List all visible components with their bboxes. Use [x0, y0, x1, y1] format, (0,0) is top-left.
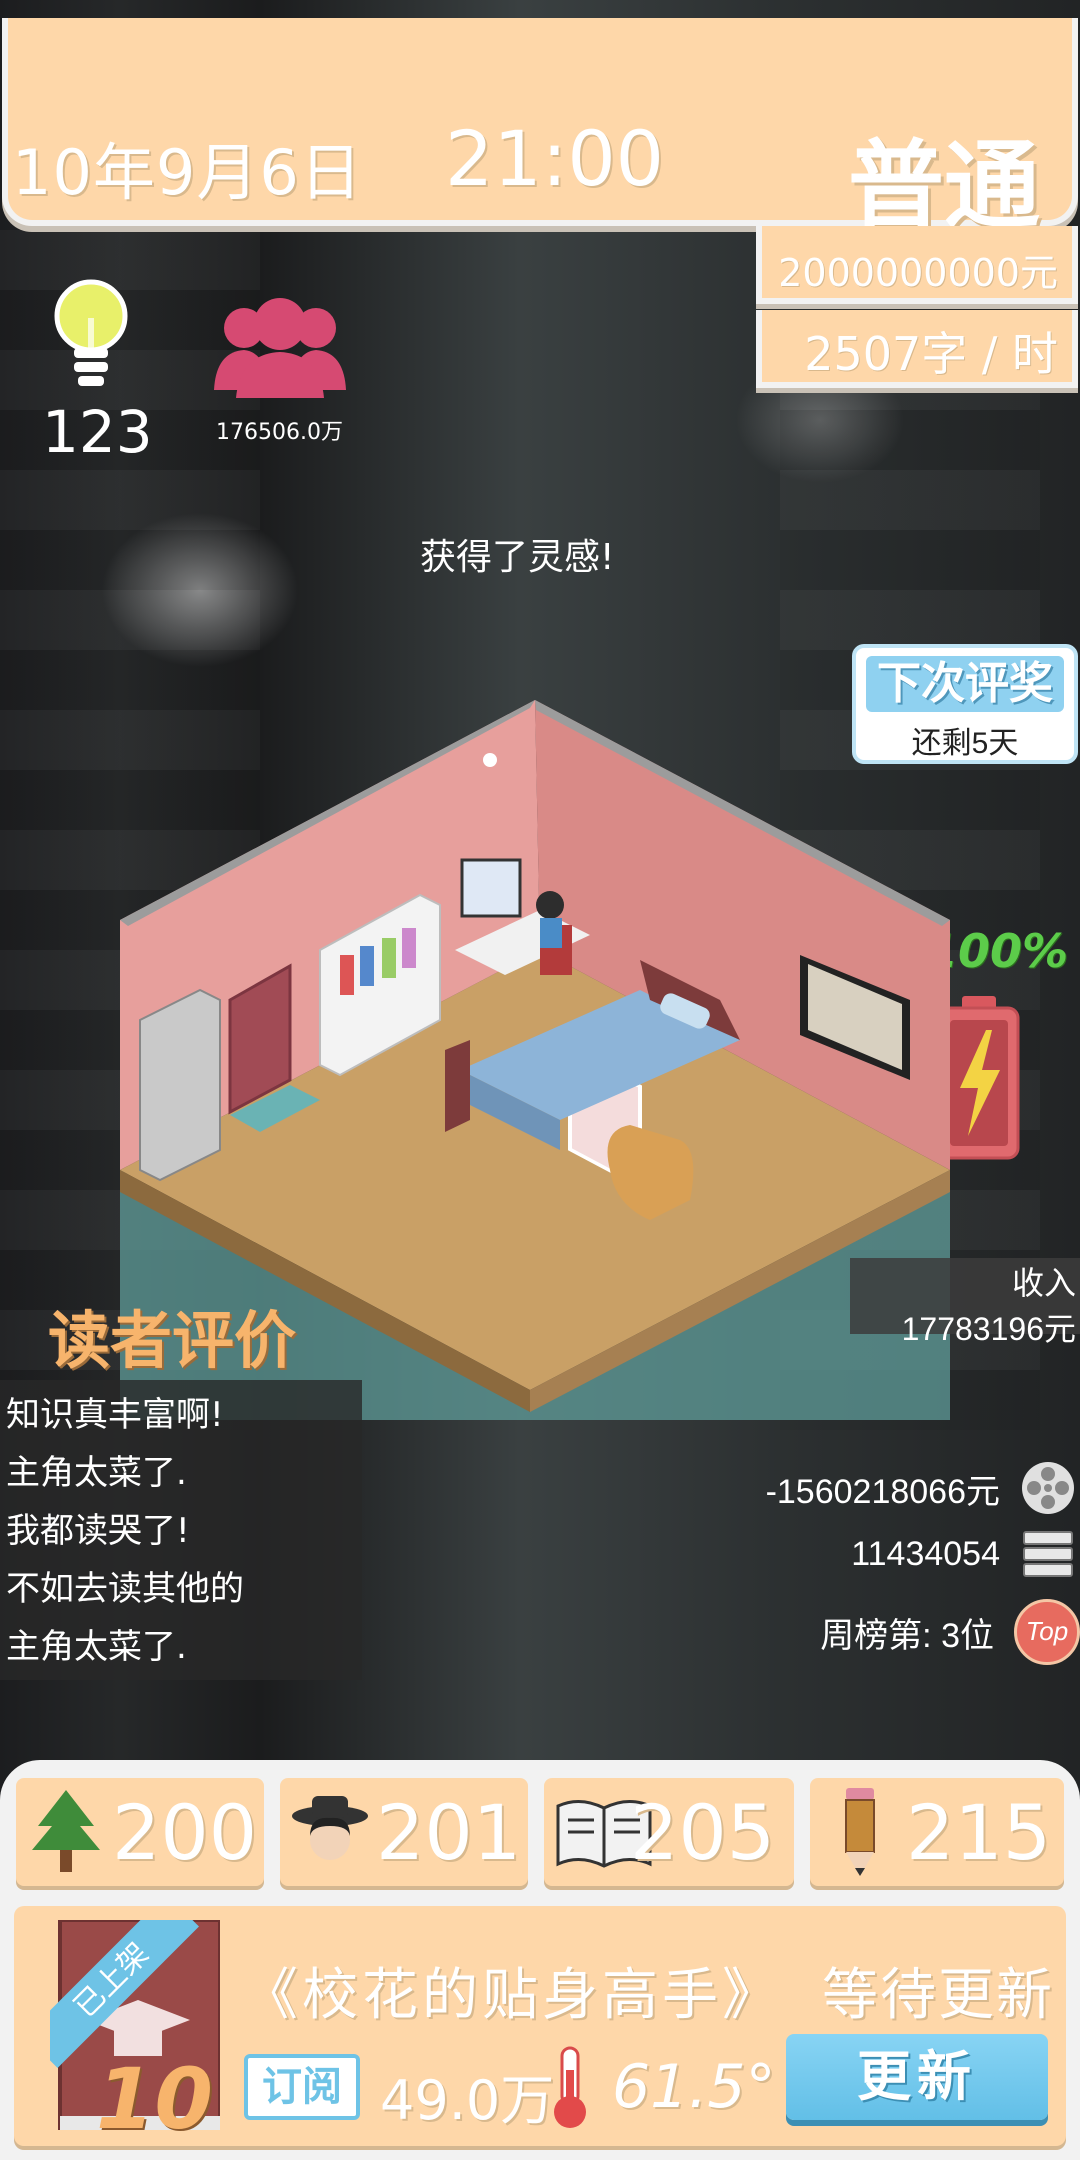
subscribe-button[interactable]: 订阅	[244, 2054, 360, 2120]
book-title: 《校花的贴身高手》	[242, 1963, 782, 2028]
word-count-value: 11434054	[851, 1534, 1000, 1573]
fans-group-icon[interactable]	[212, 290, 348, 400]
event-message: 获得了灵感!	[420, 537, 615, 578]
weekly-rank-row[interactable]: 周榜第: 3位 Top	[820, 1599, 1080, 1665]
thermometer-icon	[554, 2046, 586, 2128]
battery-icon[interactable]	[938, 996, 1020, 1160]
attribute-pencil-value: 215	[906, 1787, 1052, 1877]
attribute-character-value: 201	[376, 1787, 522, 1877]
review-item: 我都读哭了!	[6, 1511, 190, 1551]
attribute-character[interactable]: 201	[280, 1778, 528, 1886]
reader-reviews-title: 读者评价	[48, 1304, 297, 1377]
reader-reviews-list: 知识真丰富啊! 主角太菜了. 我都读哭了! 不如去读其他的 主角太菜了.	[0, 1380, 362, 1680]
writing-speed-display: 2507字 / 时	[756, 310, 1078, 388]
review-item: 知识真丰富啊!	[6, 1395, 224, 1435]
book-stack-icon	[1023, 1531, 1073, 1577]
review-item: 主角太菜了.	[6, 1453, 187, 1493]
income-panel: 收入 17783196元	[850, 1258, 1080, 1347]
money-display: 2000000000元	[756, 226, 1078, 304]
pencil-icon	[845, 1788, 875, 1876]
expense-row[interactable]: -1560218066元	[766, 1458, 1080, 1518]
update-button[interactable]: 更新	[786, 2034, 1048, 2120]
tree-icon	[32, 1790, 100, 1872]
income-value: 17783196元	[901, 1311, 1076, 1347]
subscription-count: 49.0万	[380, 2069, 555, 2132]
attribute-pencil[interactable]: 215	[810, 1778, 1064, 1886]
attribute-tree[interactable]: 200	[16, 1778, 264, 1886]
weekly-rank-value: 周榜第: 3位	[820, 1616, 994, 1655]
income-label: 收入	[1011, 1265, 1076, 1301]
lightbulb-icon[interactable]	[52, 278, 130, 408]
game-date: 10年9月6日	[12, 136, 363, 209]
game-time: 21:00	[445, 114, 665, 203]
review-item: 主角太菜了.	[6, 1627, 187, 1667]
attribute-tree-value: 200	[112, 1787, 258, 1877]
attribute-book[interactable]: 205	[544, 1778, 794, 1886]
attribute-book-value: 205	[630, 1787, 776, 1877]
word-count-row[interactable]: 11434054	[851, 1524, 1080, 1584]
top-rank-badge[interactable]: Top	[1014, 1599, 1080, 1665]
fans-count: 176506.0万	[216, 420, 343, 445]
inspiration-count: 123	[42, 398, 153, 466]
review-item: 不如去读其他的	[6, 1569, 244, 1609]
book-status: 等待更新	[822, 1963, 1054, 2028]
expense-value: -1560218066元	[765, 1472, 1000, 1511]
character-hat-icon	[292, 1796, 368, 1860]
film-reel-icon	[1022, 1462, 1074, 1514]
book-heat: 61.5°	[612, 2052, 776, 2122]
book-level: 10	[96, 2050, 213, 2148]
